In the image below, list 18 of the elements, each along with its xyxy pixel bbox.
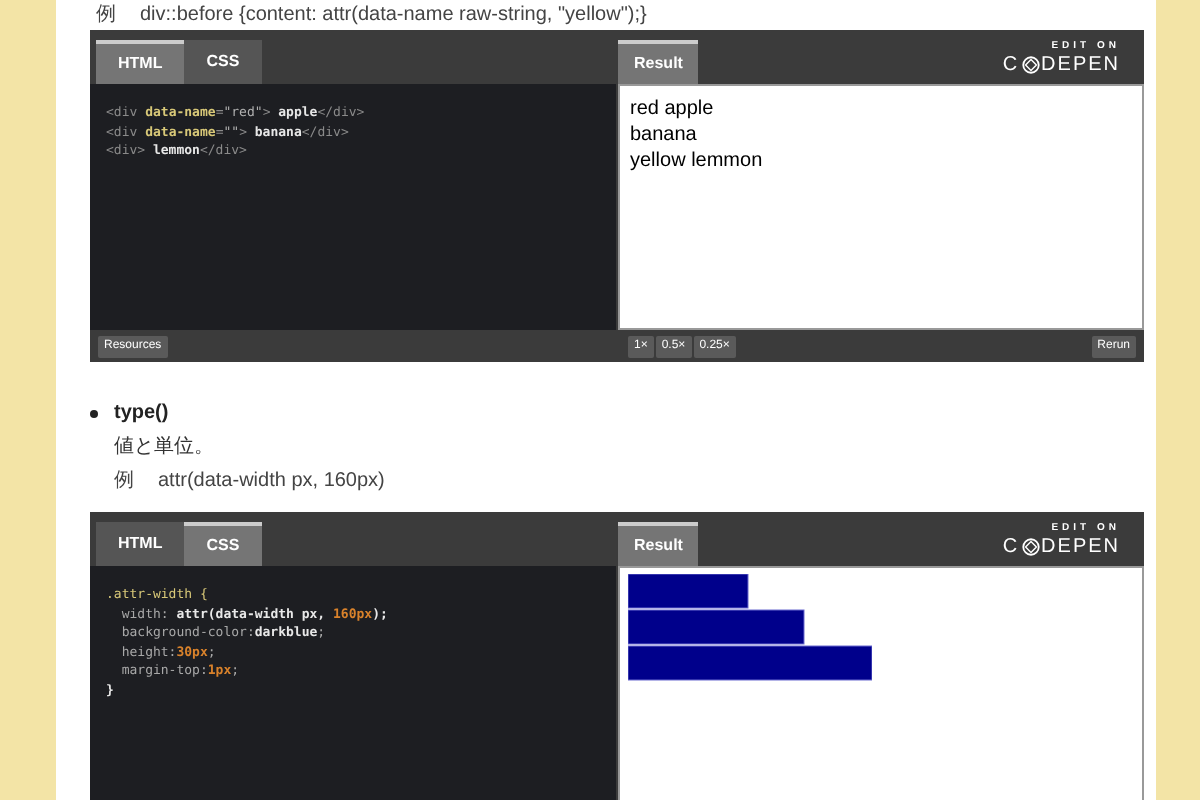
result-text: banana: [630, 122, 699, 148]
example-code: attr(data-width px, 160px): [158, 468, 385, 496]
bullet-icon: [90, 409, 98, 417]
bullet-title: type(): [114, 400, 169, 428]
editor-tab[interactable]: CSS: [184, 40, 262, 84]
editor-tab[interactable]: HTML: [96, 522, 185, 566]
bullet-description: 値と単位。: [112, 434, 216, 462]
example-code: div::before {content: attr(data-name raw-string, "yellow");}: [140, 2, 647, 30]
result-text: red apple: [630, 96, 716, 122]
codepen-logo-icon: [1021, 537, 1040, 555]
editor-tab[interactable]: HTML: [96, 40, 185, 84]
example-label: 例: [96, 2, 116, 30]
codepen-logo-icon: [1021, 55, 1040, 73]
result-tab[interactable]: Result: [618, 40, 699, 84]
result-tab[interactable]: Result: [618, 522, 699, 566]
editor-tab[interactable]: CSS: [184, 522, 262, 566]
example-label: 例: [114, 468, 134, 496]
result-text: yellow lemmon: [630, 148, 765, 174]
